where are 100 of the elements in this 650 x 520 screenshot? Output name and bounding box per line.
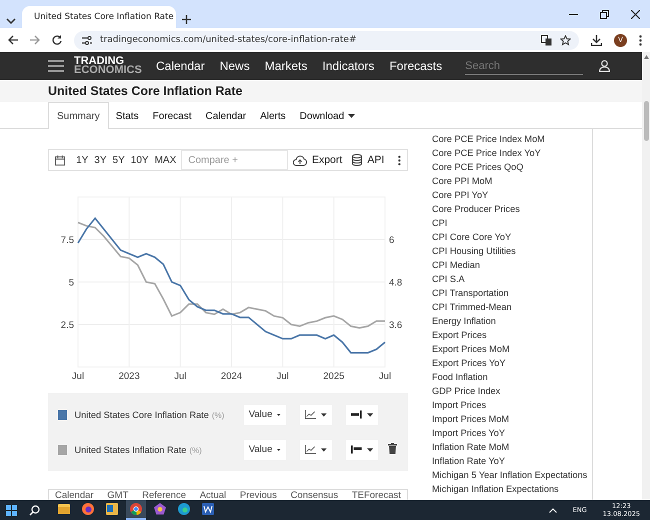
- related-indicator-link[interactable]: CPI: [432, 216, 592, 230]
- caret-icon: [321, 448, 327, 452]
- caret-icon: [366, 448, 373, 452]
- export-button[interactable]: Export: [292, 154, 342, 166]
- related-indicator-link[interactable]: CPI Housing Utilities: [432, 244, 592, 258]
- axis-label: 2.5: [60, 320, 74, 331]
- related-indicator-link[interactable]: Energy Inflation: [432, 314, 592, 328]
- back-icon[interactable]: [8, 35, 18, 45]
- star-icon[interactable]: [560, 34, 571, 46]
- axis-label: 2024: [220, 371, 242, 382]
- trash-icon[interactable]: [388, 442, 397, 454]
- tab-list-button[interactable]: [6, 18, 16, 24]
- value-dropdown[interactable]: Value: [244, 404, 286, 424]
- caret-icon: [277, 448, 281, 452]
- related-indicator-link[interactable]: CPI S.A: [432, 272, 592, 286]
- related-indicator-link[interactable]: Import Prices YoY: [432, 426, 592, 440]
- page-tab[interactable]: Summary: [48, 102, 109, 129]
- more-icon[interactable]: [398, 154, 402, 166]
- axis-label: Jul: [72, 371, 84, 382]
- axis-label: 2025: [323, 371, 344, 382]
- range-button[interactable]: 5Y: [110, 154, 128, 166]
- related-indicator-link[interactable]: Core PCE Prices QoQ: [432, 160, 592, 174]
- site-logo[interactable]: TRADING ECONOMICS: [74, 57, 154, 75]
- related-indicator-link[interactable]: Export Prices: [432, 328, 592, 342]
- page-tab[interactable]: Forecast: [146, 102, 198, 129]
- related-indicator-link[interactable]: Inflation Rate MoM: [432, 440, 592, 454]
- column-header: Consensus: [290, 490, 338, 500]
- related-indicator-link[interactable]: Import Prices MoM: [432, 412, 592, 426]
- axis-side-dropdown[interactable]: [346, 404, 378, 424]
- api-button[interactable]: API: [352, 154, 384, 166]
- related-indicator-link[interactable]: Core PPI MoM: [432, 174, 592, 188]
- search-field[interactable]: Search: [465, 58, 584, 74]
- tab-title: United States Core Inflation Rate: [34, 12, 174, 22]
- new-tab-button[interactable]: [182, 15, 191, 24]
- column-header: Reference: [142, 490, 186, 500]
- related-indicator-link[interactable]: GDP Price Index: [432, 384, 592, 398]
- range-button[interactable]: 3Y: [91, 154, 110, 166]
- menu-icon[interactable]: [48, 60, 64, 72]
- chrome-icon[interactable]: [126, 500, 146, 520]
- close-icon[interactable]: [631, 10, 640, 18]
- value-dropdown[interactable]: Value: [244, 440, 286, 460]
- page-tab[interactable]: Download: [292, 102, 362, 129]
- column-header: Calendar: [55, 490, 94, 500]
- range-button[interactable]: 1Y: [73, 154, 92, 166]
- related-indicator-link[interactable]: Export Prices YoY: [432, 356, 592, 370]
- chart-type-dropdown[interactable]: [300, 440, 332, 460]
- chart-type-dropdown[interactable]: [300, 404, 332, 424]
- scroll-up-arrow-icon[interactable]: [644, 55, 648, 59]
- nav-link[interactable]: News: [220, 59, 250, 73]
- address-bar[interactable]: tradingeconomics.com/united-states/core-inflation-rate#: [74, 30, 579, 50]
- site-settings-icon[interactable]: [82, 36, 92, 44]
- series-name: United States Inflation Rate: [74, 444, 186, 454]
- related-indicator-link[interactable]: Core PCE Price Index MoM: [432, 132, 592, 146]
- forward-icon[interactable]: [30, 35, 40, 45]
- database-icon: [352, 154, 362, 166]
- axis-side-dropdown[interactable]: [346, 440, 378, 460]
- related-indicator-link[interactable]: CPI Median: [432, 258, 592, 272]
- axis-label: Jul: [174, 371, 186, 382]
- calendar-icon[interactable]: [55, 154, 66, 166]
- browser-tab[interactable]: United States Core Inflation Rate: [22, 6, 176, 28]
- related-indicator-link[interactable]: CPI Core Core YoY: [432, 230, 592, 244]
- scrollbar[interactable]: [642, 52, 650, 500]
- related-indicator-link[interactable]: Inflation Rate YoY: [432, 454, 592, 468]
- related-indicator-link[interactable]: Michigan 5 Year Inflation Expectations: [432, 468, 592, 482]
- axis-label: 3.6: [389, 320, 402, 331]
- range-button[interactable]: MAX: [152, 154, 180, 166]
- chevron-up-icon[interactable]: [548, 508, 557, 512]
- related-indicator-link[interactable]: CPI Transportation: [432, 286, 592, 300]
- menu-icon[interactable]: [639, 34, 642, 46]
- column-header: GMT: [107, 490, 128, 500]
- related-indicator-link[interactable]: Import Prices: [432, 398, 592, 412]
- axis-label: 7.5: [60, 235, 74, 246]
- user-icon[interactable]: [599, 60, 610, 72]
- reload-icon[interactable]: [52, 35, 62, 45]
- nav-link[interactable]: Calendar: [156, 59, 205, 73]
- related-indicator-link[interactable]: Core PPI YoY: [432, 188, 592, 202]
- nav-link[interactable]: Markets: [264, 59, 308, 73]
- axis-label: Jul: [276, 371, 289, 382]
- related-indicator-link[interactable]: Michigan Inflation Expectations: [432, 482, 592, 496]
- page-tab[interactable]: Stats: [108, 102, 146, 129]
- related-indicator-link[interactable]: Export Prices MoM: [432, 342, 592, 356]
- page-tab[interactable]: Calendar: [198, 102, 254, 129]
- search-icon[interactable]: [29, 504, 40, 516]
- line-chart-icon: [304, 444, 316, 455]
- range-button[interactable]: 10Y: [128, 154, 152, 166]
- axis-label: 4.8: [389, 278, 402, 288]
- restore-icon[interactable]: [600, 10, 609, 18]
- related-indicator-link[interactable]: Core PCE Price Index YoY: [432, 146, 592, 160]
- related-indicator-link[interactable]: Food Inflation: [432, 370, 592, 384]
- page-tab[interactable]: Alerts: [253, 102, 293, 129]
- related-indicator-link[interactable]: CPI Trimmed-Mean: [432, 300, 592, 314]
- nav-link[interactable]: Indicators: [322, 59, 374, 73]
- related-indicator-link[interactable]: Core Producer Prices: [432, 202, 592, 216]
- axis-label: 6: [389, 235, 394, 246]
- download-icon[interactable]: [591, 34, 602, 46]
- translate-icon[interactable]: [541, 34, 552, 46]
- windows-start-icon[interactable]: [6, 504, 17, 516]
- nav-link[interactable]: Forecasts: [389, 59, 442, 73]
- caret-icon: [277, 412, 281, 416]
- page-title: United States Core Inflation Rate: [0, 80, 642, 102]
